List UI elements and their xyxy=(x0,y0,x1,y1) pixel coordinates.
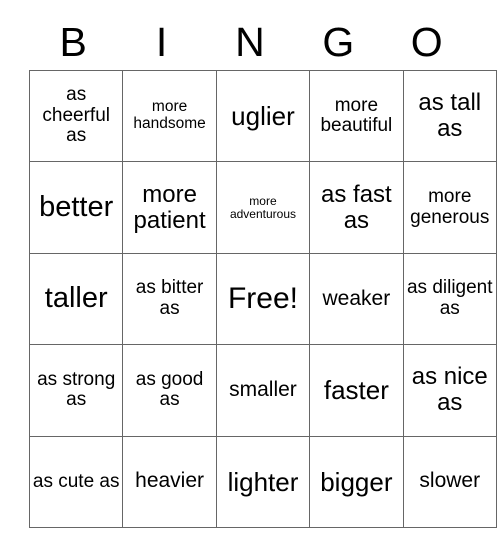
bingo-cell-label: more handsome xyxy=(133,98,206,133)
bingo-header-letter-g: G xyxy=(322,18,355,65)
bingo-cell[interactable]: more handsome xyxy=(122,69,217,163)
bingo-cell[interactable]: as fast as xyxy=(309,161,404,254)
bingo-cell[interactable]: more beautiful xyxy=(309,69,404,163)
bingo-cell-label: lighter xyxy=(227,466,299,497)
bingo-cell[interactable]: bigger xyxy=(309,435,404,528)
bingo-cell-label: as fast as xyxy=(321,180,392,234)
bingo-cell[interactable]: as nice as xyxy=(402,344,497,437)
bingo-cell[interactable]: more patient xyxy=(122,161,217,254)
bingo-cell-label: as tall as xyxy=(418,89,482,143)
bingo-grid: as cheerful as more handsome uglier more… xyxy=(28,69,497,528)
bingo-cell-label: slower xyxy=(419,469,481,493)
bingo-cell[interactable]: more adventurous xyxy=(215,161,311,254)
bingo-card: B I N G O as cheerful as more handsome u… xyxy=(28,14,497,528)
bingo-cell-label: more adventurous xyxy=(229,193,296,221)
bingo-header-row: B I N G O xyxy=(29,14,471,70)
bingo-cell[interactable]: heavier xyxy=(122,435,217,528)
bingo-cell[interactable]: as diligent as xyxy=(402,252,497,346)
bingo-header-letter-n: N xyxy=(235,18,265,65)
bingo-cell-label: weaker xyxy=(322,286,391,310)
bingo-cell[interactable]: as cheerful as xyxy=(28,69,124,163)
bingo-row: taller as bitter as Free! weaker as dili… xyxy=(28,252,497,346)
bingo-cell-label: as strong as xyxy=(37,368,116,411)
bingo-cell-label: better xyxy=(39,190,114,223)
bingo-cell-label: smaller xyxy=(229,378,297,402)
bingo-row: better more patient more adventurous as … xyxy=(28,161,497,254)
bingo-cell-label: taller xyxy=(44,282,108,315)
bingo-cell-label: as good as xyxy=(135,368,204,411)
bingo-cell[interactable]: better xyxy=(28,161,124,254)
bingo-cell[interactable]: uglier xyxy=(215,69,311,163)
bingo-row: as strong as as good as smaller faster a… xyxy=(28,344,497,437)
bingo-cell-label: as cheerful as xyxy=(42,84,110,147)
bingo-cell[interactable]: as tall as xyxy=(402,69,497,163)
bingo-cell-label: Free! xyxy=(227,281,298,315)
bingo-cell-label: bigger xyxy=(320,466,393,497)
bingo-cell[interactable]: as cute as xyxy=(28,435,124,528)
bingo-cell-label: as nice as xyxy=(411,363,488,417)
bingo-cell[interactable]: lighter xyxy=(215,435,311,528)
bingo-cell[interactable]: more generous xyxy=(402,161,497,254)
bingo-header-letter-i: I xyxy=(155,18,168,65)
bingo-cell-label: as bitter as xyxy=(135,277,204,319)
bingo-cell-label: more generous xyxy=(410,186,490,228)
bingo-cell-label: uglier xyxy=(231,101,295,132)
bingo-cell-label: as cute as xyxy=(32,470,120,492)
bingo-row: as cheerful as more handsome uglier more… xyxy=(28,69,497,163)
bingo-row: as cute as heavier lighter bigger slower xyxy=(28,435,497,528)
bingo-cell-label: as diligent as xyxy=(406,277,493,319)
bingo-cell[interactable]: faster xyxy=(309,344,404,437)
bingo-cell-label: more patient xyxy=(133,180,206,234)
bingo-cell[interactable]: taller xyxy=(28,252,124,346)
bingo-cell[interactable]: as bitter as xyxy=(122,252,217,346)
bingo-cell-label: heavier xyxy=(135,469,205,493)
bingo-cell-free[interactable]: Free! xyxy=(215,252,311,346)
bingo-cell-label: faster xyxy=(323,375,389,406)
bingo-cell[interactable]: weaker xyxy=(309,252,404,346)
bingo-cell[interactable]: as strong as xyxy=(28,344,124,437)
bingo-cell[interactable]: as good as xyxy=(122,344,217,437)
bingo-cell[interactable]: slower xyxy=(402,435,497,528)
bingo-cell-label: more beautiful xyxy=(320,94,393,137)
bingo-cell[interactable]: smaller xyxy=(215,344,311,437)
bingo-header-letter-o: O xyxy=(410,18,443,65)
bingo-header-letter-b: B xyxy=(59,18,87,65)
